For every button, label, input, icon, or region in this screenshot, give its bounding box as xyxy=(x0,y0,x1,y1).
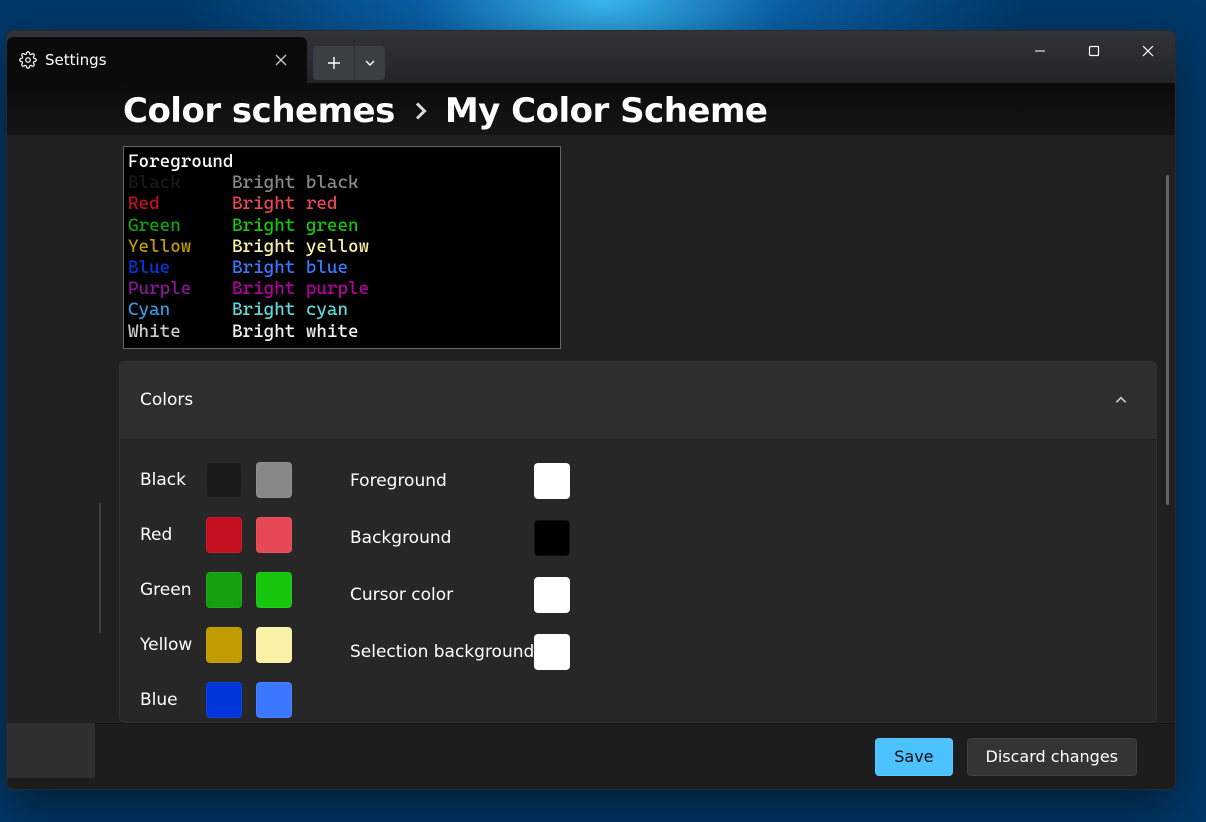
breadcrumb-root[interactable]: Color schemes xyxy=(123,91,395,132)
color-row: Red xyxy=(140,517,292,553)
preview-bright-color-name: Bright black xyxy=(232,172,359,193)
tab-close-button[interactable] xyxy=(267,46,295,74)
preview-bright-color-name: Bright red xyxy=(232,193,337,214)
color-scheme-preview: ForegroundBlackBright blackRedBright red… xyxy=(123,146,561,349)
preview-color-name: Green xyxy=(128,215,232,236)
color-row: Foreground xyxy=(350,462,570,500)
color-swatch-bright[interactable] xyxy=(256,627,292,663)
preview-bright-color-name: Bright cyan xyxy=(232,299,348,320)
color-label: Green xyxy=(140,580,192,600)
colors-panel: Colors BlackRedGreenYellowBluePurpleFore… xyxy=(119,361,1157,723)
preview-bright-color-name: Bright green xyxy=(232,215,359,236)
color-swatch[interactable] xyxy=(534,520,570,556)
color-swatch-bright[interactable] xyxy=(256,517,292,553)
color-swatch[interactable] xyxy=(534,634,570,670)
footer: Save Discard changes xyxy=(7,723,1175,789)
tab-settings[interactable]: Settings xyxy=(7,37,307,83)
color-swatch-base[interactable] xyxy=(206,682,242,718)
chevron-up-icon xyxy=(1114,393,1128,407)
titlebar: Settings xyxy=(7,31,1175,83)
preview-color-name: Black xyxy=(128,172,232,193)
preview-color-name: Blue xyxy=(128,257,232,278)
color-label: Foreground xyxy=(350,471,520,491)
colors-header-label: Colors xyxy=(140,390,193,410)
content-area: Color schemes My Color Scheme Foreground… xyxy=(7,83,1175,789)
color-swatch-base[interactable] xyxy=(206,572,242,608)
color-label: Background xyxy=(350,528,520,548)
window-minimize-button[interactable] xyxy=(1013,31,1067,71)
color-label: Red xyxy=(140,525,192,545)
preview-row: CyanBright cyan xyxy=(128,299,554,320)
color-row: Selection background xyxy=(350,633,570,671)
breadcrumb: Color schemes My Color Scheme xyxy=(7,83,1175,146)
color-label: Yellow xyxy=(140,635,192,655)
chevron-right-icon xyxy=(411,102,429,120)
window-close-button[interactable] xyxy=(1121,31,1175,71)
preview-color-name: Red xyxy=(128,193,232,214)
color-label: Selection background xyxy=(350,642,520,662)
preview-bright-color-name: Bright blue xyxy=(232,257,348,278)
preview-row: PurpleBright purple xyxy=(128,278,554,299)
color-swatch-base[interactable] xyxy=(206,517,242,553)
color-swatch-base[interactable] xyxy=(206,627,242,663)
color-row: Black xyxy=(140,462,292,498)
window-maximize-button[interactable] xyxy=(1067,31,1121,71)
color-row: Blue xyxy=(140,682,292,718)
preview-color-name: Yellow xyxy=(128,236,232,257)
preview-color-name: Purple xyxy=(128,278,232,299)
preview-row: RedBright red xyxy=(128,193,554,214)
color-label: Cursor color xyxy=(350,585,520,605)
tab-label: Settings xyxy=(45,51,259,69)
color-swatch-base[interactable] xyxy=(206,462,242,498)
color-row: Yellow xyxy=(140,627,292,663)
preview-row: GreenBright green xyxy=(128,215,554,236)
color-row: Cursor color xyxy=(350,576,570,614)
app-window: Settings xyxy=(6,30,1176,790)
new-tab-button[interactable] xyxy=(313,46,355,80)
preview-color-name: White xyxy=(128,321,232,342)
breadcrumb-current: My Color Scheme xyxy=(445,91,768,132)
colors-expander-header[interactable]: Colors xyxy=(120,362,1156,440)
color-swatch-bright[interactable] xyxy=(256,682,292,718)
color-row: Background xyxy=(350,519,570,557)
preview-row: YellowBright yellow xyxy=(128,236,554,257)
preview-row: WhiteBright white xyxy=(128,321,554,342)
preview-foreground-label: Foreground xyxy=(128,151,554,172)
gear-icon xyxy=(19,51,37,69)
color-swatch[interactable] xyxy=(534,577,570,613)
color-swatch-bright[interactable] xyxy=(256,462,292,498)
color-label: Blue xyxy=(140,690,192,710)
preview-row: BlueBright blue xyxy=(128,257,554,278)
color-swatch-bright[interactable] xyxy=(256,572,292,608)
discard-button[interactable]: Discard changes xyxy=(967,738,1137,776)
preview-bright-color-name: Bright yellow xyxy=(232,236,369,257)
color-swatch[interactable] xyxy=(534,463,570,499)
scrollbar[interactable] xyxy=(1166,175,1169,505)
scroll-indicator xyxy=(99,503,101,633)
preview-bright-color-name: Bright white xyxy=(232,321,359,342)
preview-row: BlackBright black xyxy=(128,172,554,193)
color-row: Green xyxy=(140,572,292,608)
new-tab-dropdown[interactable] xyxy=(355,46,385,80)
save-button[interactable]: Save xyxy=(875,738,952,776)
preview-color-name: Cyan xyxy=(128,299,232,320)
color-label: Black xyxy=(140,470,192,490)
colors-body: BlackRedGreenYellowBluePurpleForegroundB… xyxy=(120,440,1156,722)
preview-bright-color-name: Bright purple xyxy=(232,278,369,299)
